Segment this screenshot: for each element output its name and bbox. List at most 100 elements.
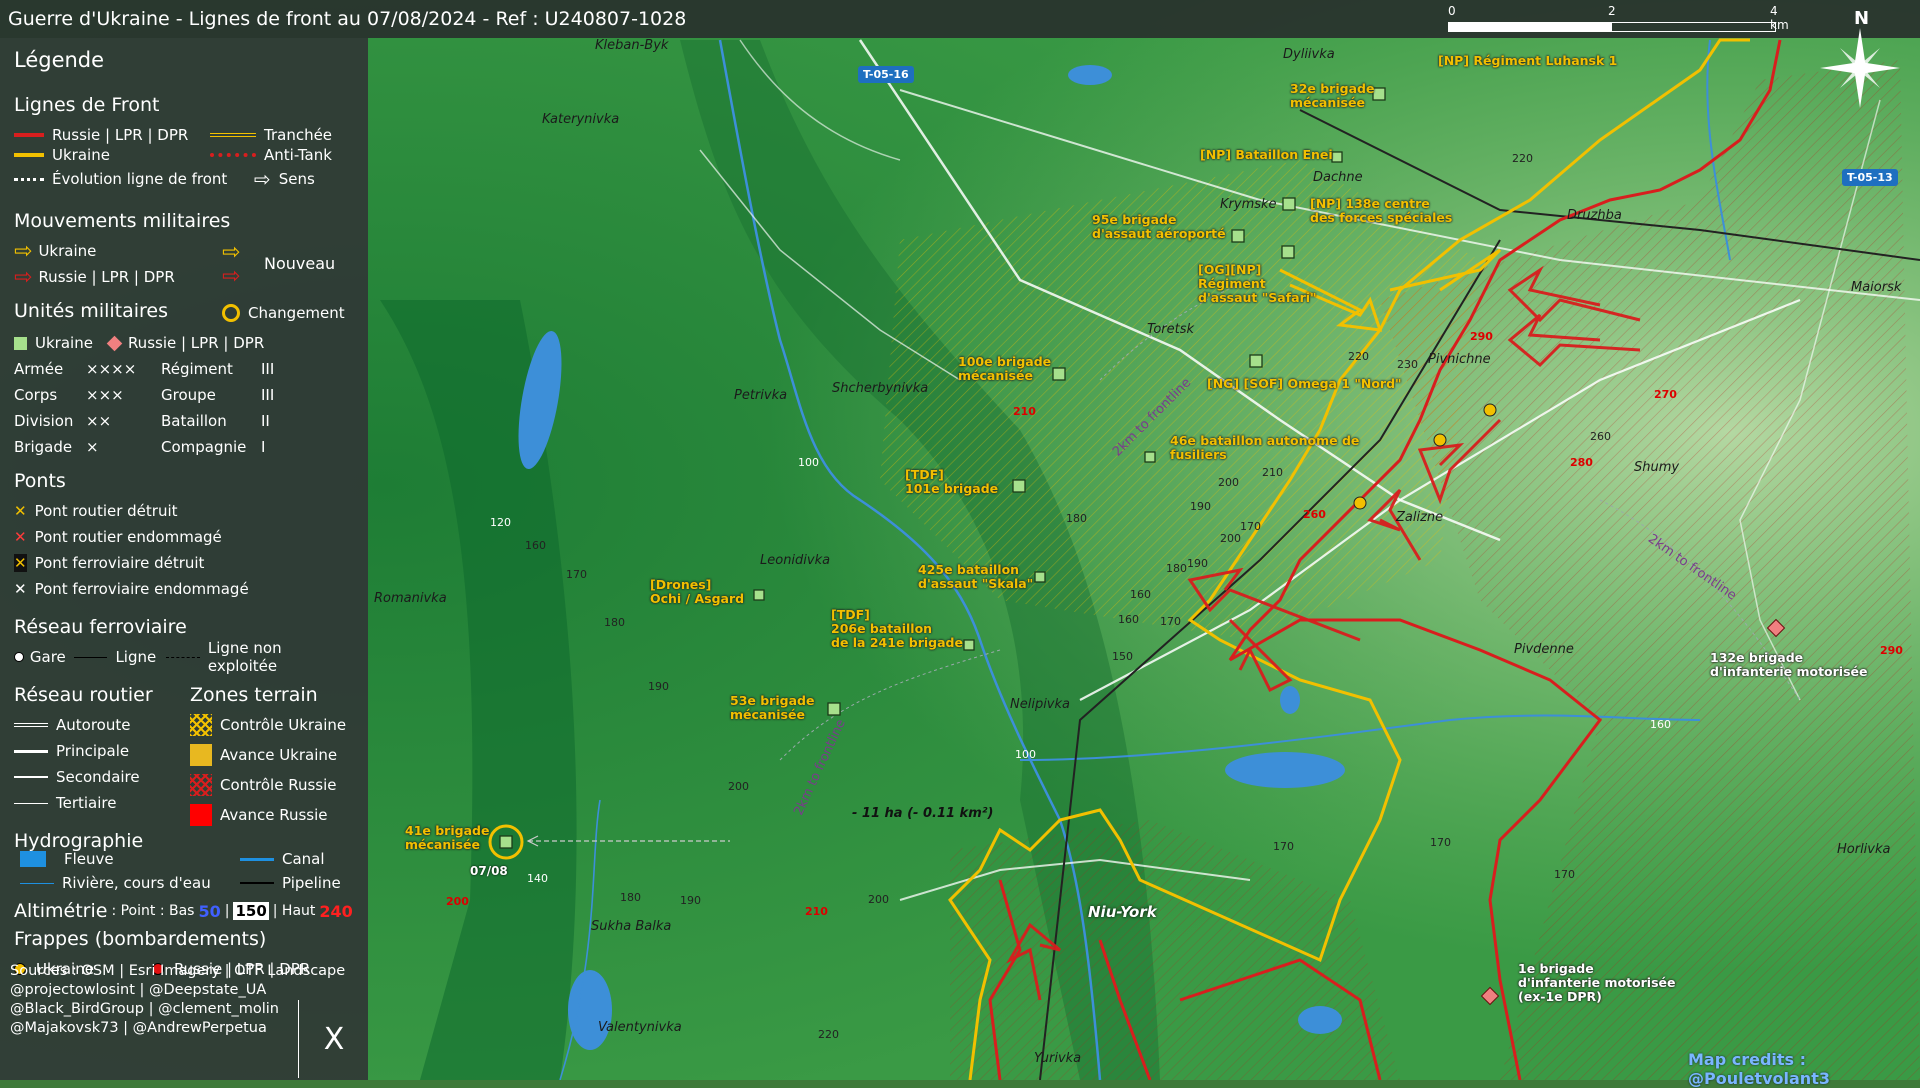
unit-label[interactable]: [OG][NP] Régiment d'assaut "Safari" xyxy=(1198,263,1317,305)
tertiary-road-swatch xyxy=(14,802,48,804)
unit-label[interactable]: 32e brigade mécanisée xyxy=(1290,82,1374,110)
altitude-point-red: 270 xyxy=(1654,388,1677,401)
echelon-label: Groupe xyxy=(161,386,216,404)
sources-line: @Black_BirdGroup | @clement_molin xyxy=(10,1001,279,1017)
altitude-point: 180 xyxy=(1066,512,1087,525)
river-major-swatch xyxy=(20,851,46,867)
unit-label[interactable]: 95e brigade d'assaut aéroporté xyxy=(1092,213,1226,241)
rail-bridge-damaged-icon: ✕ xyxy=(14,580,27,598)
legend-road-2: Principale xyxy=(56,742,130,760)
area-change-label: - 11 ha (- 0.11 km²) xyxy=(852,806,994,821)
place-label: Petrivka xyxy=(734,388,788,403)
unit-label[interactable]: 53e brigade mécanisée xyxy=(730,694,814,722)
rail-line-swatch xyxy=(73,656,108,658)
unit-label[interactable]: [TDF] 206e bataillon de la 241e brigade xyxy=(831,608,963,650)
legend-alt-high-label: | Haut xyxy=(272,903,316,919)
altitude-point: 190 xyxy=(680,894,701,907)
altitude-point: 170 xyxy=(566,568,587,581)
echelon-label: Brigade xyxy=(14,438,73,456)
unit-label[interactable]: [NP] Bataillon Enei xyxy=(1200,148,1333,162)
echelon-symbol: ×××× xyxy=(86,360,137,378)
canal-swatch xyxy=(240,857,274,861)
legend-moves-ukraine: Ukraine xyxy=(38,242,97,260)
altitude-point: 230 xyxy=(1397,358,1418,371)
legend-bridge-1: Pont routier détruit xyxy=(34,502,178,520)
place-label: Maiorsk xyxy=(1851,280,1902,295)
legend-front-direction: Sens xyxy=(278,170,315,188)
legend-bridge-3: Pont ferroviaire détruit xyxy=(34,554,205,572)
unit-label[interactable]: 425e bataillon d'assaut "Skala" xyxy=(918,563,1033,591)
unit-label[interactable]: 41e brigade mécanisée xyxy=(405,824,489,852)
place-label: Kleban-Byk xyxy=(595,38,669,53)
direction-arrow-icon: ⇨ xyxy=(254,167,271,191)
altitude-point: 100 xyxy=(798,456,819,469)
unit-label[interactable]: [TDF] 101e brigade xyxy=(905,468,998,496)
legend-front-title: Lignes de Front xyxy=(14,94,160,116)
russia-move-arrow-icon: ⇨ xyxy=(14,264,33,290)
legend-hydro-2: Canal xyxy=(282,850,325,868)
altitude-point: 200 xyxy=(728,780,749,793)
legend-bridge-4: Pont ferroviaire endommagé xyxy=(34,580,249,598)
unit-label[interactable]: 132e brigade d'infanterie motorisée xyxy=(1710,651,1867,679)
map-credits: Map credits : @Pouletvolant3 xyxy=(1688,1050,1830,1088)
x-logo-icon[interactable]: X xyxy=(298,1000,369,1078)
echelon-label: Division xyxy=(14,412,74,430)
place-label: Katerynivka xyxy=(542,112,620,127)
antitank-swatch xyxy=(210,153,256,157)
legend-road-4: Tertiaire xyxy=(56,794,117,812)
legend-alt-high: 240 xyxy=(319,901,353,921)
altitude-point: 220 xyxy=(818,1028,839,1041)
legend-heading: Légende xyxy=(14,48,105,72)
altitude-point: 190 xyxy=(1187,557,1208,570)
unit-label[interactable]: [NP] 138e centre des forces spéciales xyxy=(1310,197,1452,225)
road-bridge-destroyed-icon: ✕ xyxy=(14,502,27,520)
altitude-point: 180 xyxy=(1166,562,1187,575)
place-label: Niu-York xyxy=(1088,903,1157,921)
place-label: Dyliivka xyxy=(1283,47,1335,62)
altitude-point: 210 xyxy=(1262,466,1283,479)
unit-label[interactable]: 1e brigade d'infanterie motorisée (ex-1e… xyxy=(1518,962,1675,1004)
altitude-point: 170 xyxy=(1273,840,1294,853)
place-label: Pivdenne xyxy=(1514,642,1574,657)
scale-segment xyxy=(1610,22,1776,32)
scale-tick-2: 2 xyxy=(1608,4,1616,18)
echelon-table: Armée ×××× Régiment III Corps ××× Groupe III D… xyxy=(14,360,354,456)
legend-rail-title: Réseau ferroviaire xyxy=(14,616,187,638)
legend-alt-low: 50 xyxy=(198,901,221,921)
russia-line-swatch xyxy=(14,133,44,137)
legend-zones-title: Zones terrain xyxy=(190,684,318,706)
unit-label[interactable]: [NP] Régiment Luhansk 1 xyxy=(1438,54,1617,68)
unit-label[interactable]: 46e bataillon autonome de fusiliers xyxy=(1170,434,1359,462)
altitude-point-red: 210 xyxy=(805,905,828,918)
place-label: Shumy xyxy=(1634,460,1680,475)
sources-line: @projectowlosint | @Deepstate_UA xyxy=(10,982,267,998)
pipeline-swatch xyxy=(240,882,274,884)
legend-units-title: Unités militaires xyxy=(14,300,169,322)
unit-label[interactable]: [Drones] Ochi / Asgard xyxy=(650,578,744,606)
unit-label[interactable]: 100e brigade mécanisée xyxy=(958,355,1051,383)
legend-road-1: Autoroute xyxy=(56,716,131,734)
place-label: Sukha Balka xyxy=(591,919,672,934)
place-label: Pivnichne xyxy=(1428,352,1491,367)
echelon-label: Corps xyxy=(14,386,58,404)
altitude-point: 160 xyxy=(1650,718,1671,731)
echelon-symbol: ×× xyxy=(86,412,112,430)
ukraine-control-swatch xyxy=(190,714,212,736)
place-label: Horlivka xyxy=(1837,842,1891,857)
legend-alt-mid: 150 xyxy=(233,902,269,920)
altitude-point: 190 xyxy=(1190,500,1211,513)
place-label: Zalizne xyxy=(1396,510,1444,525)
legend-zone-4: Avance Russie xyxy=(220,806,328,824)
main-road-swatch xyxy=(14,749,48,753)
sources-line: Sources : OSM | Esri Imagery | OTF Lands… xyxy=(10,963,346,979)
altitude-point: 160 xyxy=(1130,588,1151,601)
road-shield: T-05-16 xyxy=(858,66,914,83)
rail-unused-swatch xyxy=(166,656,200,658)
trench-swatch xyxy=(210,133,256,137)
place-label: Nelipivka xyxy=(1010,697,1070,712)
legend-units-ukraine: Ukraine xyxy=(35,334,93,352)
altitude-point: 180 xyxy=(620,891,641,904)
place-label: Shcherbynivka xyxy=(832,381,929,396)
unit-label[interactable]: [NG] [SOF] Omega 1 "Nord" xyxy=(1207,377,1402,391)
legend-strikes-title: Frappes (bombardements) xyxy=(14,928,267,950)
